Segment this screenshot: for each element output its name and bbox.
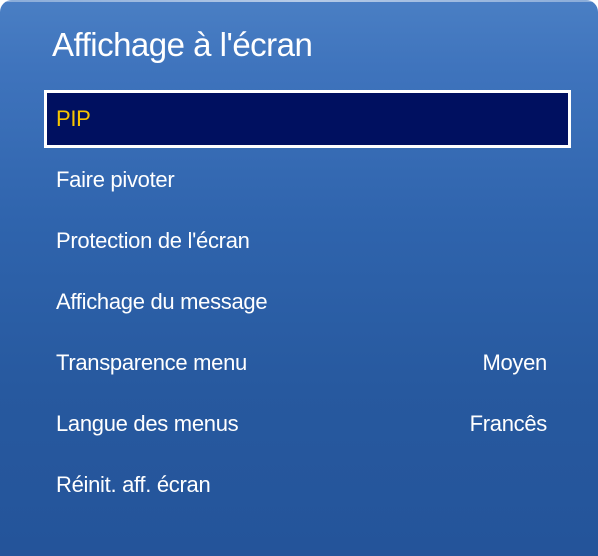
menu-item-reinit-aff-ecran[interactable]: Réinit. aff. écran	[44, 456, 571, 514]
menu-item-faire-pivoter[interactable]: Faire pivoter	[44, 151, 571, 209]
panel-top-highlight	[0, 0, 598, 2]
osd-menu-panel: Affichage à l'écran PIP Faire pivoter Pr…	[0, 0, 598, 556]
menu-item-label: Faire pivoter	[56, 167, 175, 192]
menu-item-label: Langue des menus	[56, 411, 239, 436]
menu-item-value: Francês	[469, 411, 548, 436]
menu-item-label: Réinit. aff. écran	[56, 472, 211, 497]
menu-item-protection-ecran[interactable]: Protection de l'écran	[44, 212, 571, 270]
menu-item-label: PIP	[56, 106, 91, 131]
menu-item-pip[interactable]: PIP	[44, 90, 571, 148]
menu-item-affichage-message[interactable]: Affichage du message	[44, 273, 571, 331]
menu-item-transparence-menu[interactable]: Transparence menu Moyen	[44, 334, 571, 392]
menu-item-label: Protection de l'écran	[56, 228, 250, 253]
menu-item-value: Moyen	[482, 350, 547, 375]
menu-title: Affichage à l'écran	[52, 26, 313, 63]
menu-item-label: Transparence menu	[56, 350, 247, 375]
menu-item-label: Affichage du message	[56, 289, 268, 314]
menu-item-langue-menus[interactable]: Langue des menus Francês	[44, 395, 571, 453]
